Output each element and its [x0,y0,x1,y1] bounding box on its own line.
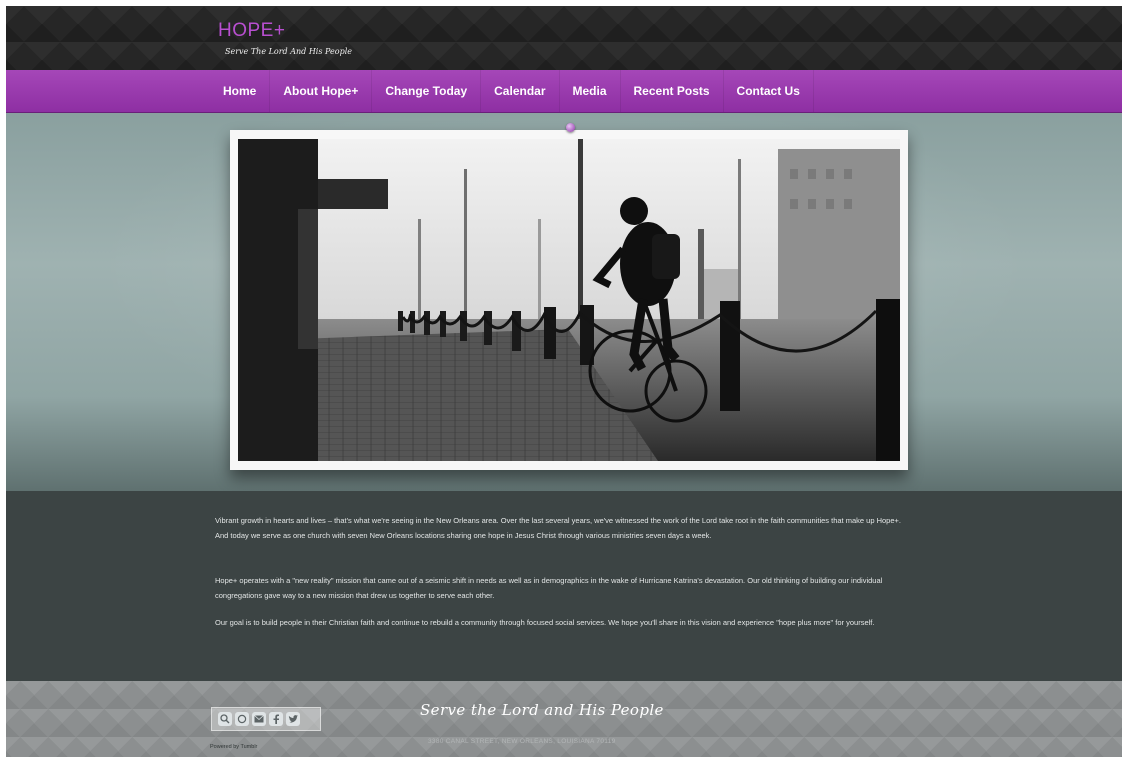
nav-item-calendar[interactable]: Calendar [481,70,560,112]
nav-item-change-today[interactable]: Change Today [372,70,482,112]
facebook-icon[interactable] [269,712,283,726]
featured-photo-frame [230,130,908,470]
mission-paragraph: Hope+ operates with a "new reality" miss… [215,576,883,600]
twitter-icon[interactable] [286,712,300,726]
hero-banner [6,113,1122,491]
nav-item-recent-posts[interactable]: Recent Posts [621,70,724,112]
intro-content: Vibrant growth in hearts and lives – tha… [6,491,1122,681]
cyclist-street-photo [238,139,900,461]
email-icon[interactable] [252,712,266,726]
search-icon[interactable] [218,712,232,726]
main-nav: Home About Hope+ Change Today Calendar M… [6,70,1122,113]
social-links [211,707,321,731]
footer-address: 3380 CANAL STREET, NEW ORLEANS, LOUISIAN… [428,738,616,745]
nav-item-contact[interactable]: Contact Us [724,70,814,112]
site-header: HOPE+ Serve The Lord And His People [6,6,1122,70]
page: HOPE+ Serve The Lord And His People Home… [6,6,1122,757]
goal-paragraph: Our goal is to build people in their Chr… [215,618,875,627]
intro-paragraph: Vibrant growth in hearts and lives – tha… [215,516,901,540]
site-logo[interactable]: HOPE+ [218,20,285,42]
rss-icon[interactable] [235,712,249,726]
featured-photo [238,139,900,461]
powered-by[interactable]: Powered by Tumblr [210,744,257,750]
pushpin-icon [566,123,575,132]
site-footer: Powered by Tumblr Serve the Lord and His… [6,681,1122,757]
nav-item-home[interactable]: Home [210,70,271,112]
site-tagline: Serve The Lord And His People [225,47,352,56]
nav-item-about[interactable]: About Hope+ [270,70,373,112]
nav-item-media[interactable]: Media [560,70,621,112]
footer-tagline: Serve the Lord and His People [420,701,664,719]
